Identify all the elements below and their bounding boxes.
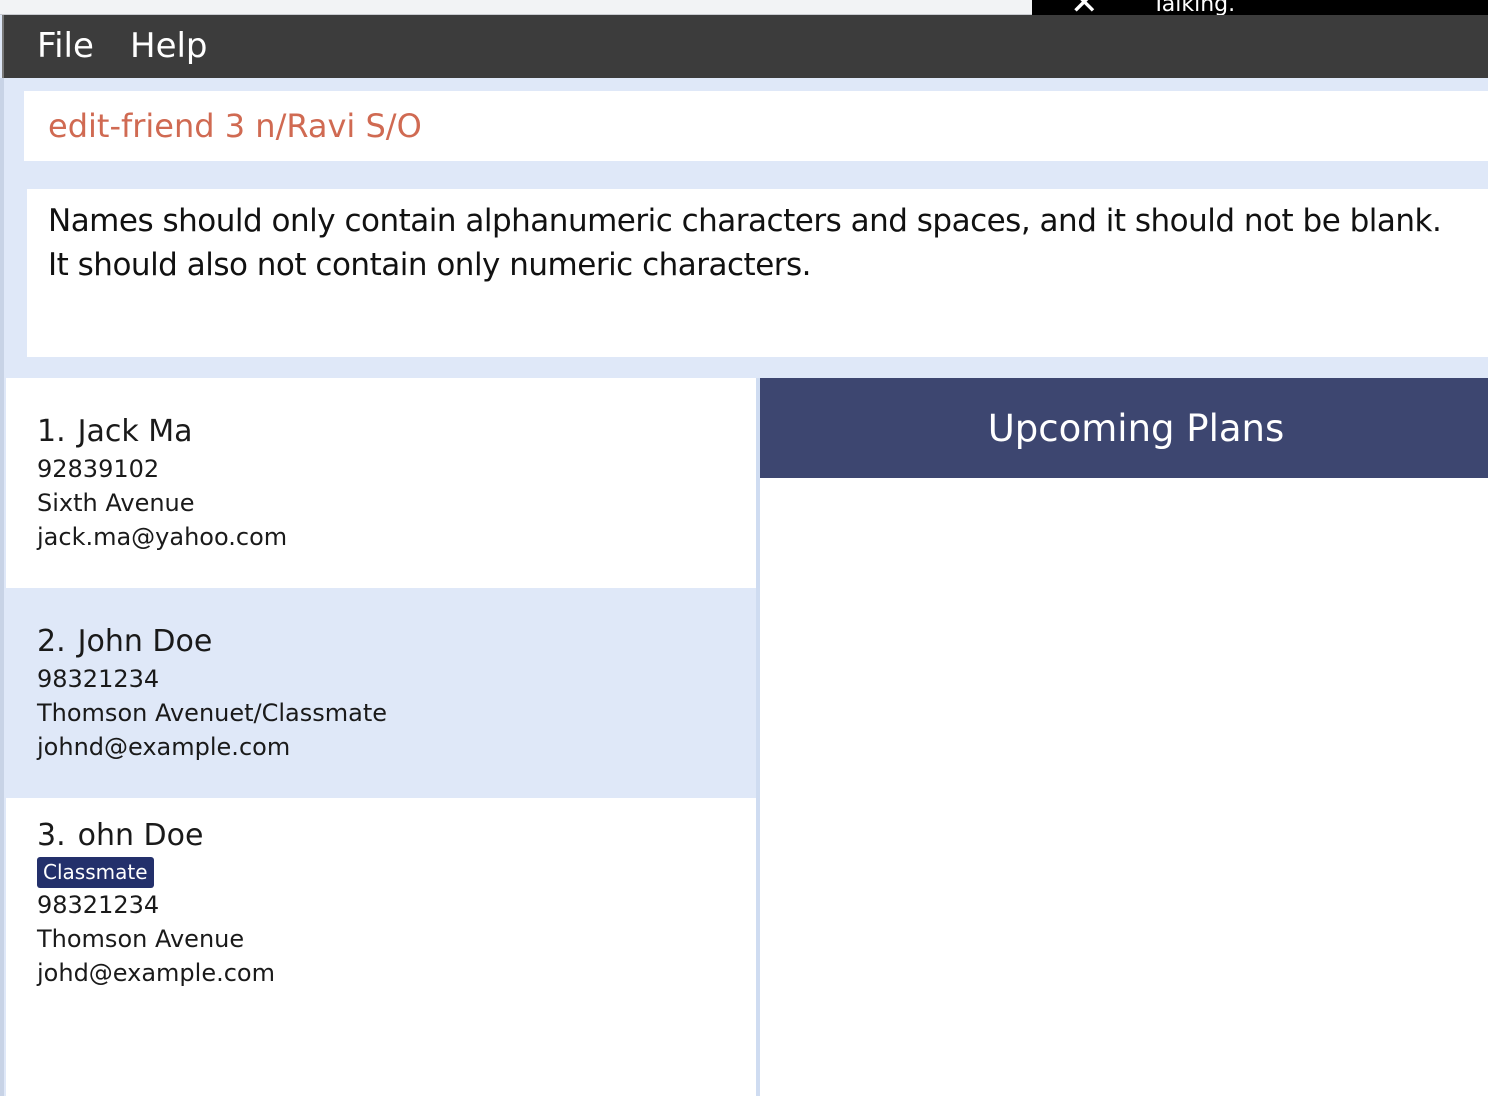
friend-address: Thomson Avenue xyxy=(37,925,245,953)
friend-phone: 92839102 xyxy=(37,455,160,483)
friend-name-row: 1. Jack Ma xyxy=(37,412,193,452)
friend-list[interactable]: 1. Jack Ma 92839102 Sixth Avenue jack.ma@… xyxy=(6,378,756,1096)
menu-file[interactable]: File xyxy=(37,24,94,68)
menu-bar: File Help xyxy=(2,15,1488,78)
friend-card[interactable]: 1. Jack Ma 92839102 Sixth Avenue jack.ma@… xyxy=(6,378,756,588)
friend-card[interactable]: 2. John Doe 98321234 Thomson Avenuet/Clas… xyxy=(6,588,756,798)
friend-name: John Doe xyxy=(77,624,213,659)
command-box[interactable]: edit-friend 3 n/Ravi S/O xyxy=(24,91,1488,161)
app-window: ✕ Talking. File Help edit-friend 3 n/Rav… xyxy=(0,0,1488,1096)
friend-name-row: 3. ohn Doe xyxy=(37,816,203,856)
menu-help[interactable]: Help xyxy=(130,24,208,68)
friend-tag: Classmate xyxy=(37,857,154,888)
notification-text: Talking. xyxy=(1152,0,1236,17)
friend-name: ohn Doe xyxy=(77,818,204,853)
result-message-line: It should also not contain only numeric … xyxy=(48,247,812,283)
upcoming-plans-panel: Upcoming Plans xyxy=(760,378,1488,1096)
result-message-line: Names should only contain alphanumeric c… xyxy=(48,203,1442,239)
result-display: Names should only contain alphanumeric c… xyxy=(27,189,1488,357)
friend-phone: 98321234 xyxy=(37,891,160,919)
friend-card[interactable]: 3. ohn Doe Classmate 98321234 Thomson Ave… xyxy=(6,798,756,1096)
friend-email: johd@example.com xyxy=(37,959,275,987)
friend-phone: 98321234 xyxy=(37,665,160,693)
friend-index: 3. xyxy=(37,818,66,853)
friend-address: Sixth Avenue xyxy=(37,489,195,517)
friend-address: Thomson Avenuet/Classmate xyxy=(37,699,388,727)
friend-name-row: 2. John Doe xyxy=(37,622,212,662)
friend-name: Jack Ma xyxy=(77,414,193,449)
friend-index: 2. xyxy=(37,624,66,659)
window-edge xyxy=(0,78,4,1096)
friend-email: johnd@example.com xyxy=(37,733,291,761)
command-input[interactable]: edit-friend 3 n/Ravi S/O xyxy=(48,105,422,147)
friend-index: 1. xyxy=(37,414,66,449)
plans-title: Upcoming Plans xyxy=(987,407,1285,450)
plans-header: Upcoming Plans xyxy=(760,378,1488,478)
friend-email: jack.ma@yahoo.com xyxy=(37,523,288,551)
